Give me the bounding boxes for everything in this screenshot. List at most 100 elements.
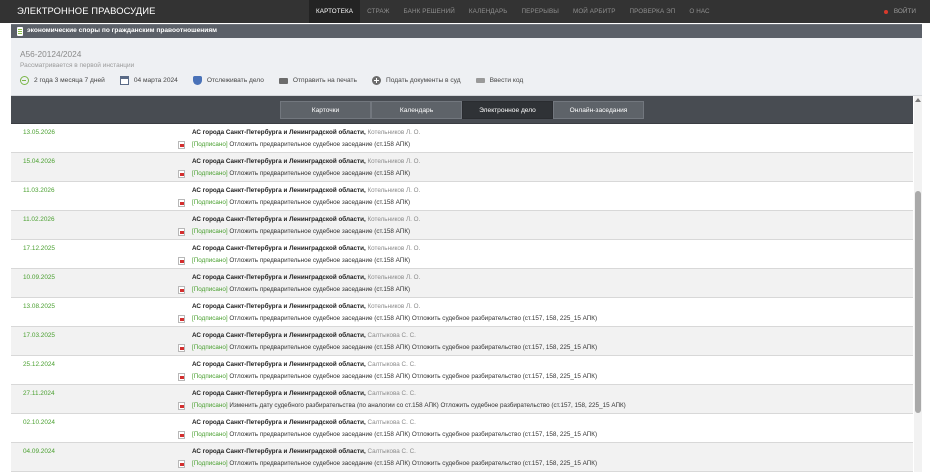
document-link[interactable]: [Подписано] Отложить предварительное суд… — [192, 286, 410, 293]
top-navigation-bar: ЭЛЕКТРОННОЕ ПРАВОСУДИЕ КАРТОТЕКА СТРАЖ Б… — [0, 0, 930, 23]
pdf-icon[interactable] — [178, 141, 185, 149]
nav-item-o-nas[interactable]: О НАС — [682, 0, 716, 23]
pdf-icon[interactable] — [178, 431, 185, 439]
case-date-label: 04 марта 2024 — [133, 77, 178, 84]
document-title: Отложить предварительное судебное заседа… — [229, 373, 598, 380]
document-link[interactable]: [Подписано] Отложить предварительное суд… — [192, 373, 597, 380]
judge-name: Салтыкова С. С. — [367, 390, 416, 397]
pdf-icon[interactable] — [178, 170, 185, 178]
document-title: Отложить предварительное судебное заседа… — [229, 286, 411, 293]
list-item: 25.12.2024 АС города Санкт-Петербурга и … — [11, 356, 913, 385]
pdf-icon[interactable] — [178, 199, 185, 207]
document-link[interactable]: [Подписано] Отложить предварительное суд… — [192, 170, 410, 177]
plus-circle-icon — [371, 76, 381, 85]
nav-item-bank-resheniy[interactable]: БАНК РЕШЕНИЙ — [397, 0, 462, 23]
submit-documents-button[interactable]: Подать документы в суд — [371, 76, 461, 85]
court-name: АС города Санкт-Петербурга и Ленинградск… — [192, 361, 366, 368]
pdf-icon[interactable] — [178, 373, 185, 381]
court-name: АС города Санкт-Петербурга и Ленинградск… — [192, 245, 366, 252]
nav-item-strazh[interactable]: СТРАЖ — [360, 0, 396, 23]
court-name: АС города Санкт-Петербурга и Ленинградск… — [192, 274, 366, 281]
court-name: АС города Санкт-Петербурга и Ленинградск… — [192, 390, 366, 397]
document-court: АС города Санкт-Петербурга и Ленинградск… — [192, 216, 420, 223]
scrollbar[interactable] — [914, 96, 922, 472]
print-button[interactable]: Отправить на печать — [278, 77, 357, 84]
judge-name: Салтыкова С. С. — [367, 448, 416, 455]
case-number: А56-20124/2024 — [20, 49, 82, 59]
pdf-icon[interactable] — [178, 460, 185, 468]
scroll-up-arrow-icon[interactable] — [915, 98, 921, 102]
case-date: 04 марта 2024 — [119, 76, 178, 85]
nav-item-moy-arbitr[interactable]: МОЙ АРБИТР — [566, 0, 623, 23]
site-brand[interactable]: ЭЛЕКТРОННОЕ ПРАВОСУДИЕ — [17, 5, 155, 16]
court-name: АС города Санкт-Петербурга и Ленинградск… — [192, 216, 366, 223]
document-date: 17.03.2025 — [23, 332, 55, 339]
tab-kartochki[interactable]: Карточки — [280, 101, 371, 119]
document-icon — [17, 27, 23, 36]
enter-code-button[interactable]: Ввести код — [475, 77, 524, 84]
case-header: А56-20124/2024 Рассматривается в первой … — [11, 38, 922, 96]
document-link[interactable]: [Подписано] Изменить дату судебного разб… — [192, 402, 626, 409]
tab-onlayn-zasedaniya[interactable]: Онлайн-заседания — [553, 101, 644, 119]
court-name: АС города Санкт-Петербурга и Ленинградск… — [192, 303, 366, 310]
document-link[interactable]: [Подписано] Отложить предварительное суд… — [192, 257, 410, 264]
list-item: 13.08.2025 АС города Санкт-Петербурга и … — [11, 298, 913, 327]
nav-item-pereryvy[interactable]: ПЕРЕРЫВЫ — [514, 0, 565, 23]
pdf-icon[interactable] — [178, 402, 185, 410]
document-court: АС города Санкт-Петербурга и Ленинградск… — [192, 158, 420, 165]
document-date: 10.09.2025 — [23, 274, 55, 281]
document-link[interactable]: [Подписано] Отложить предварительное суд… — [192, 228, 410, 235]
document-title: Отложить предварительное судебное заседа… — [229, 170, 411, 177]
pdf-icon[interactable] — [178, 257, 185, 265]
document-link[interactable]: [Подписано] Отложить предварительное суд… — [192, 315, 597, 322]
nav-item-kartoteka[interactable]: КАРТОТЕКА — [309, 0, 361, 23]
enter-code-label: Ввести код — [489, 77, 524, 84]
pdf-icon[interactable] — [178, 315, 185, 323]
pdf-icon[interactable] — [178, 344, 185, 352]
document-date: 27.11.2024 — [23, 390, 55, 397]
list-item: 04.09.2024 АС города Санкт-Петербурга и … — [11, 443, 913, 472]
document-court: АС города Санкт-Петербурга и Ленинградск… — [192, 274, 420, 281]
calendar-icon — [119, 76, 129, 85]
case-duration: 2 года 3 месяца 7 дней — [20, 76, 105, 85]
document-court: АС города Санкт-Петербурга и Ленинградск… — [192, 419, 416, 426]
list-item: 11.03.2026 АС города Санкт-Петербурга и … — [11, 182, 913, 211]
document-link[interactable]: [Подписано] Отложить предварительное суд… — [192, 344, 597, 351]
document-link[interactable]: [Подписано] Отложить предварительное суд… — [192, 431, 597, 438]
document-title: Изменить дату судебного разбирательства … — [229, 402, 626, 409]
document-link[interactable]: [Подписано] Отложить предварительное суд… — [192, 199, 410, 206]
track-case-button[interactable]: Отслеживать дело — [192, 76, 264, 85]
judge-name: Котельников Л. О. — [367, 245, 421, 252]
case-tabs-bar: Карточки Календарь Электронное дело Онла… — [11, 96, 913, 124]
document-date: 13.05.2026 — [23, 129, 55, 136]
scrollbar-thumb[interactable] — [915, 191, 921, 413]
signed-status: [Подписано] — [192, 315, 228, 322]
document-court: АС города Санкт-Петербурга и Ленинградск… — [192, 129, 420, 136]
signed-status: [Подписано] — [192, 257, 228, 264]
list-item: 17.03.2025 АС города Санкт-Петербурга и … — [11, 327, 913, 356]
track-case-label: Отслеживать дело — [206, 77, 264, 84]
document-court: АС города Санкт-Петербурга и Ленинградск… — [192, 361, 416, 368]
signed-status: [Подписано] — [192, 373, 228, 380]
document-date: 04.09.2024 — [23, 448, 55, 455]
signed-status: [Подписано] — [192, 141, 228, 148]
document-title: Отложить предварительное судебное заседа… — [229, 257, 411, 264]
document-title: Отложить предварительное судебное заседа… — [229, 228, 411, 235]
tab-kalendar[interactable]: Календарь — [371, 101, 462, 119]
nav-item-kalendar[interactable]: КАЛЕНДАРЬ — [462, 0, 515, 23]
document-date: 17.12.2025 — [23, 245, 55, 252]
nav-item-proverka-ep[interactable]: ПРОВЕРКА ЭП — [623, 0, 683, 23]
pdf-icon[interactable] — [178, 286, 185, 294]
document-date: 15.04.2026 — [23, 158, 55, 165]
login-link[interactable]: ВОЙТИ — [883, 0, 916, 23]
judge-name: Котельников Л. О. — [367, 274, 421, 281]
shield-icon — [192, 76, 202, 85]
document-link[interactable]: [Подписано] Отложить предварительное суд… — [192, 141, 410, 148]
tab-elektronnoe-delo[interactable]: Электронное дело — [462, 101, 553, 119]
document-date: 13.08.2025 — [23, 303, 55, 310]
pdf-icon[interactable] — [178, 228, 185, 236]
document-link[interactable]: [Подписано] Отложить предварительное суд… — [192, 460, 597, 467]
judge-name: Котельников Л. О. — [367, 158, 421, 165]
document-title: Отложить предварительное судебное заседа… — [229, 141, 411, 148]
document-court: АС города Санкт-Петербурга и Ленинградск… — [192, 332, 416, 339]
